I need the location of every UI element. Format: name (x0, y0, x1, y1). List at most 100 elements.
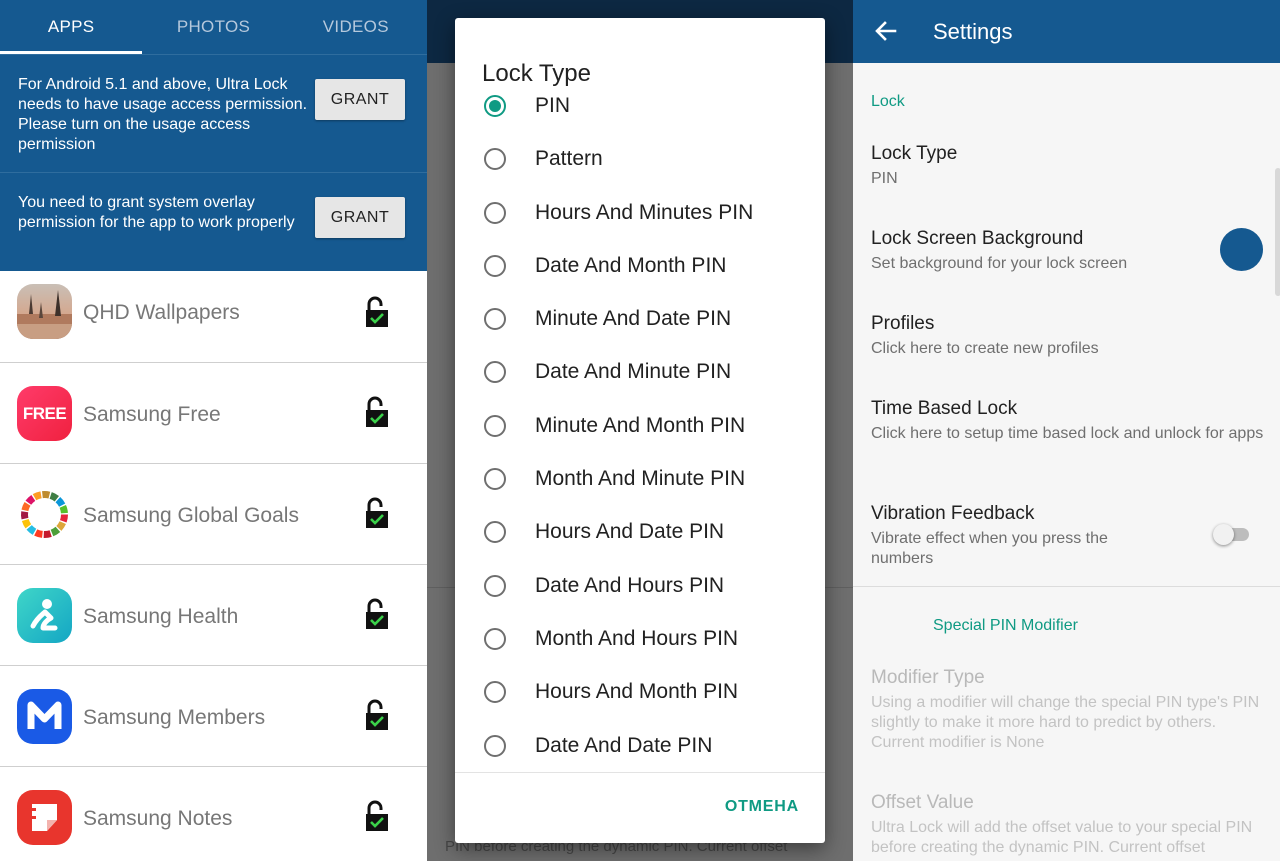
toggle-thumb (1213, 524, 1234, 545)
option-label: Date And Minute PIN (535, 360, 732, 384)
tab-apps[interactable]: APPS (0, 0, 143, 54)
unlocked-padlock-icon[interactable] (364, 698, 390, 732)
pref-summary: Using a modifier will change the special… (871, 694, 1260, 751)
overlay-permission-message: You need to grant system overlay permiss… (18, 194, 295, 231)
pref-title: Offset Value (871, 792, 974, 813)
tab-videos[interactable]: VIDEOS (285, 0, 427, 54)
pref-offset-value: Offset Value Ultra Lock will add the off… (871, 792, 1266, 858)
option-month-minute-pin[interactable]: Month And Minute PIN (455, 453, 825, 506)
app-name: Samsung Global Goals (83, 504, 299, 527)
pref-title: Lock Screen Background (871, 228, 1084, 249)
app-list-panel: APPS PHOTOS VIDEOS For Android 5.1 and a… (0, 0, 427, 861)
unlocked-padlock-icon[interactable] (364, 395, 390, 429)
grant-overlay-button[interactable]: GRANT (315, 197, 405, 238)
radio-unselected-icon[interactable] (484, 574, 506, 597)
pref-title: Vibration Feedback (871, 503, 1035, 524)
app-row-samsung-members[interactable]: Samsung Members (0, 666, 427, 767)
pref-title: Lock Type (871, 143, 958, 164)
dialog-divider (455, 772, 825, 773)
pref-time-based-lock[interactable]: Time Based Lock Click here to setup time… (871, 398, 1266, 444)
grant-usage-button[interactable]: GRANT (315, 79, 405, 120)
unlocked-padlock-icon[interactable] (364, 496, 390, 530)
pref-title: Time Based Lock (871, 398, 1018, 419)
app-name: Samsung Health (83, 605, 239, 628)
background-color-swatch[interactable] (1220, 228, 1263, 271)
lock-type-dialog: Lock Type PIN Pattern Hours And Minutes … (455, 18, 825, 843)
overlay-permission-banner: You need to grant system overlay permiss… (0, 172, 427, 271)
app-row-samsung-global-goals[interactable]: Samsung Global Goals (0, 464, 427, 565)
samsung-free-icon-text: FREE (22, 403, 67, 423)
unlocked-padlock-icon[interactable] (364, 799, 390, 833)
option-label: Hours And Minutes PIN (535, 200, 754, 224)
pref-profiles[interactable]: Profiles Click here to create new profil… (871, 313, 1266, 359)
option-label: Minute And Month PIN (535, 413, 746, 437)
option-pattern[interactable]: Pattern (455, 133, 825, 186)
radio-unselected-icon[interactable] (484, 361, 506, 384)
option-hours-month-pin[interactable]: Hours And Month PIN (455, 666, 825, 719)
pref-summary: Ultra Lock will add the offset value to … (871, 819, 1253, 856)
radio-unselected-icon[interactable] (484, 521, 506, 544)
option-pin[interactable]: PIN (455, 80, 825, 133)
radio-unselected-icon[interactable] (484, 414, 506, 437)
radio-unselected-icon[interactable] (484, 308, 506, 331)
option-label: Date And Hours PIN (535, 573, 725, 597)
radio-unselected-icon[interactable] (484, 201, 506, 224)
health-icon (17, 588, 72, 643)
tab-photos[interactable]: PHOTOS (142, 0, 284, 54)
pref-lock-type[interactable]: Lock Type PIN (871, 143, 1266, 189)
back-arrow-icon[interactable] (873, 18, 899, 44)
pref-modifier-type: Modifier Type Using a modifier will chan… (871, 667, 1266, 753)
section-divider (853, 586, 1280, 587)
option-hours-date-pin[interactable]: Hours And Date PIN (455, 506, 825, 559)
app-name: QHD Wallpapers (83, 301, 240, 324)
option-hours-minutes-pin[interactable]: Hours And Minutes PIN (455, 187, 825, 240)
samsung-free-icon: FREE (17, 386, 72, 441)
section-header-lock: Lock (871, 93, 905, 110)
app-row-samsung-health[interactable]: Samsung Health (0, 565, 427, 666)
option-date-minute-pin[interactable]: Date And Minute PIN (455, 346, 825, 399)
option-minute-date-pin[interactable]: Minute And Date PIN (455, 293, 825, 346)
option-label: Month And Hours PIN (535, 626, 739, 650)
option-date-date-pin[interactable]: Date And Date PIN (455, 720, 825, 773)
option-date-hours-pin[interactable]: Date And Hours PIN (455, 560, 825, 613)
option-minute-month-pin[interactable]: Minute And Month PIN (455, 400, 825, 453)
app-row-samsung-notes[interactable]: Samsung Notes (0, 767, 427, 861)
cancel-button[interactable]: ОТМЕНА (725, 798, 799, 816)
members-icon (17, 689, 72, 744)
pref-vibration-feedback[interactable]: Vibration Feedback Vibrate effect when y… (871, 503, 1171, 569)
pref-summary: PIN (871, 170, 898, 187)
tab-bar: APPS PHOTOS VIDEOS (0, 0, 427, 54)
option-label: Month And Minute PIN (535, 467, 746, 491)
radio-unselected-icon[interactable] (484, 734, 506, 757)
option-label: Pattern (535, 147, 603, 171)
option-label: Date And Month PIN (535, 253, 727, 277)
app-row-samsung-free[interactable]: FREE Samsung Free (0, 363, 427, 464)
vibration-toggle[interactable] (1213, 523, 1251, 545)
radio-unselected-icon[interactable] (484, 681, 506, 704)
app-name: Samsung Notes (83, 807, 233, 830)
wallpaper-icon (17, 284, 72, 339)
option-month-hours-pin[interactable]: Month And Hours PIN (455, 613, 825, 666)
pref-lock-screen-background[interactable]: Lock Screen Background Set background fo… (871, 228, 1211, 274)
app-name: Samsung Free (83, 403, 221, 426)
radio-unselected-icon[interactable] (484, 148, 506, 171)
option-date-month-pin[interactable]: Date And Month PIN (455, 240, 825, 293)
global-goals-icon (17, 487, 72, 542)
app-name: Samsung Members (83, 706, 266, 729)
unlocked-padlock-icon[interactable] (364, 295, 390, 329)
unlocked-padlock-icon[interactable] (364, 597, 390, 631)
settings-toolbar: Settings (853, 0, 1280, 63)
pref-summary: Vibrate effect when you press the number… (871, 530, 1108, 567)
app-row-qhd-wallpapers[interactable]: QHD Wallpapers (0, 271, 427, 363)
option-label: Hours And Month PIN (535, 680, 739, 704)
radio-unselected-icon[interactable] (484, 468, 506, 491)
radio-selected-icon[interactable] (484, 95, 506, 117)
option-label: Hours And Date PIN (535, 520, 725, 544)
option-label: Date And Date PIN (535, 733, 713, 757)
radio-unselected-icon[interactable] (484, 254, 506, 277)
notes-icon (17, 790, 72, 845)
pref-summary: Click here to setup time based lock and … (871, 425, 1264, 442)
radio-unselected-icon[interactable] (484, 627, 506, 650)
pref-title: Modifier Type (871, 667, 985, 688)
scroll-edge-indicator (1275, 168, 1280, 296)
